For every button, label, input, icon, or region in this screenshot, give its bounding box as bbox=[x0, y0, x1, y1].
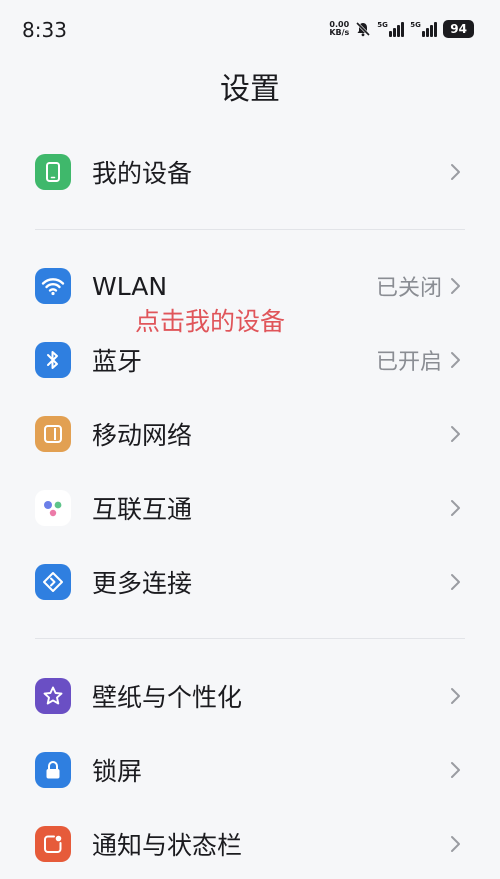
chevron-right-icon bbox=[451, 426, 460, 442]
settings-item-interconnect[interactable]: 互联互通 bbox=[0, 478, 500, 538]
settings-item-lock-screen[interactable]: 锁屏 bbox=[0, 740, 500, 800]
more-connection-icon bbox=[35, 564, 71, 600]
mute-bell-icon bbox=[356, 21, 371, 37]
signal-sim2-icon: 5G bbox=[410, 21, 438, 37]
lock-icon bbox=[35, 752, 71, 788]
settings-item-label: 通知与状态栏 bbox=[92, 831, 243, 860]
wifi-icon bbox=[35, 268, 71, 304]
sim2-label: 5G bbox=[410, 21, 421, 29]
chevron-right-icon bbox=[451, 574, 460, 590]
settings-item-label: 互联互通 bbox=[92, 495, 193, 524]
settings-item-label: 更多连接 bbox=[92, 569, 193, 598]
page-title: 设置 bbox=[220, 72, 280, 107]
settings-item-more-connections[interactable]: 更多连接 bbox=[0, 552, 500, 612]
settings-item-label: 锁屏 bbox=[92, 757, 143, 786]
notification-icon bbox=[35, 826, 71, 862]
settings-item-notifications[interactable]: 通知与状态栏 bbox=[0, 814, 500, 874]
battery-icon: 94 bbox=[443, 20, 474, 38]
interconnect-icon bbox=[35, 490, 71, 526]
section-divider bbox=[35, 638, 465, 639]
settings-item-label: 壁纸与个性化 bbox=[92, 683, 243, 712]
section-divider bbox=[35, 229, 465, 230]
chevron-right-icon bbox=[451, 836, 460, 852]
mobile-network-icon bbox=[35, 416, 71, 452]
chevron-right-icon bbox=[451, 352, 460, 368]
status-bar: 8:33 0.00 KB/s 5G 5G 94 bbox=[0, 0, 500, 60]
settings-item-label: WLAN bbox=[92, 271, 168, 301]
net-speed: 0.00 KB/s bbox=[329, 21, 349, 37]
settings-item-label: 蓝牙 bbox=[92, 347, 143, 376]
settings-item-value: 已开启 bbox=[375, 350, 442, 375]
settings-item-wallpaper[interactable]: 壁纸与个性化 bbox=[0, 666, 500, 726]
settings-item-label: 我的设备 bbox=[92, 159, 193, 188]
signal-sim1-icon: 5G bbox=[377, 21, 405, 37]
star-icon bbox=[35, 678, 71, 714]
chevron-right-icon bbox=[451, 762, 460, 778]
settings-item-label: 移动网络 bbox=[92, 421, 193, 450]
phone-icon bbox=[35, 154, 71, 190]
settings-item-mobile-network[interactable]: 移动网络 bbox=[0, 404, 500, 464]
chevron-right-icon bbox=[451, 278, 460, 294]
chevron-right-icon bbox=[451, 688, 460, 704]
chevron-right-icon bbox=[451, 500, 460, 516]
settings-item-bluetooth[interactable]: 蓝牙 已开启 bbox=[0, 330, 500, 390]
status-time: 8:33 bbox=[22, 18, 67, 42]
net-speed-unit: KB/s bbox=[329, 28, 350, 37]
sim1-label: 5G bbox=[377, 21, 388, 29]
bluetooth-icon bbox=[35, 342, 71, 378]
settings-item-value: 已关闭 bbox=[375, 276, 442, 301]
settings-item-my-device[interactable]: 我的设备 bbox=[0, 142, 500, 202]
status-icons: 0.00 KB/s 5G 5G 94 bbox=[329, 20, 474, 38]
chevron-right-icon bbox=[451, 164, 460, 180]
